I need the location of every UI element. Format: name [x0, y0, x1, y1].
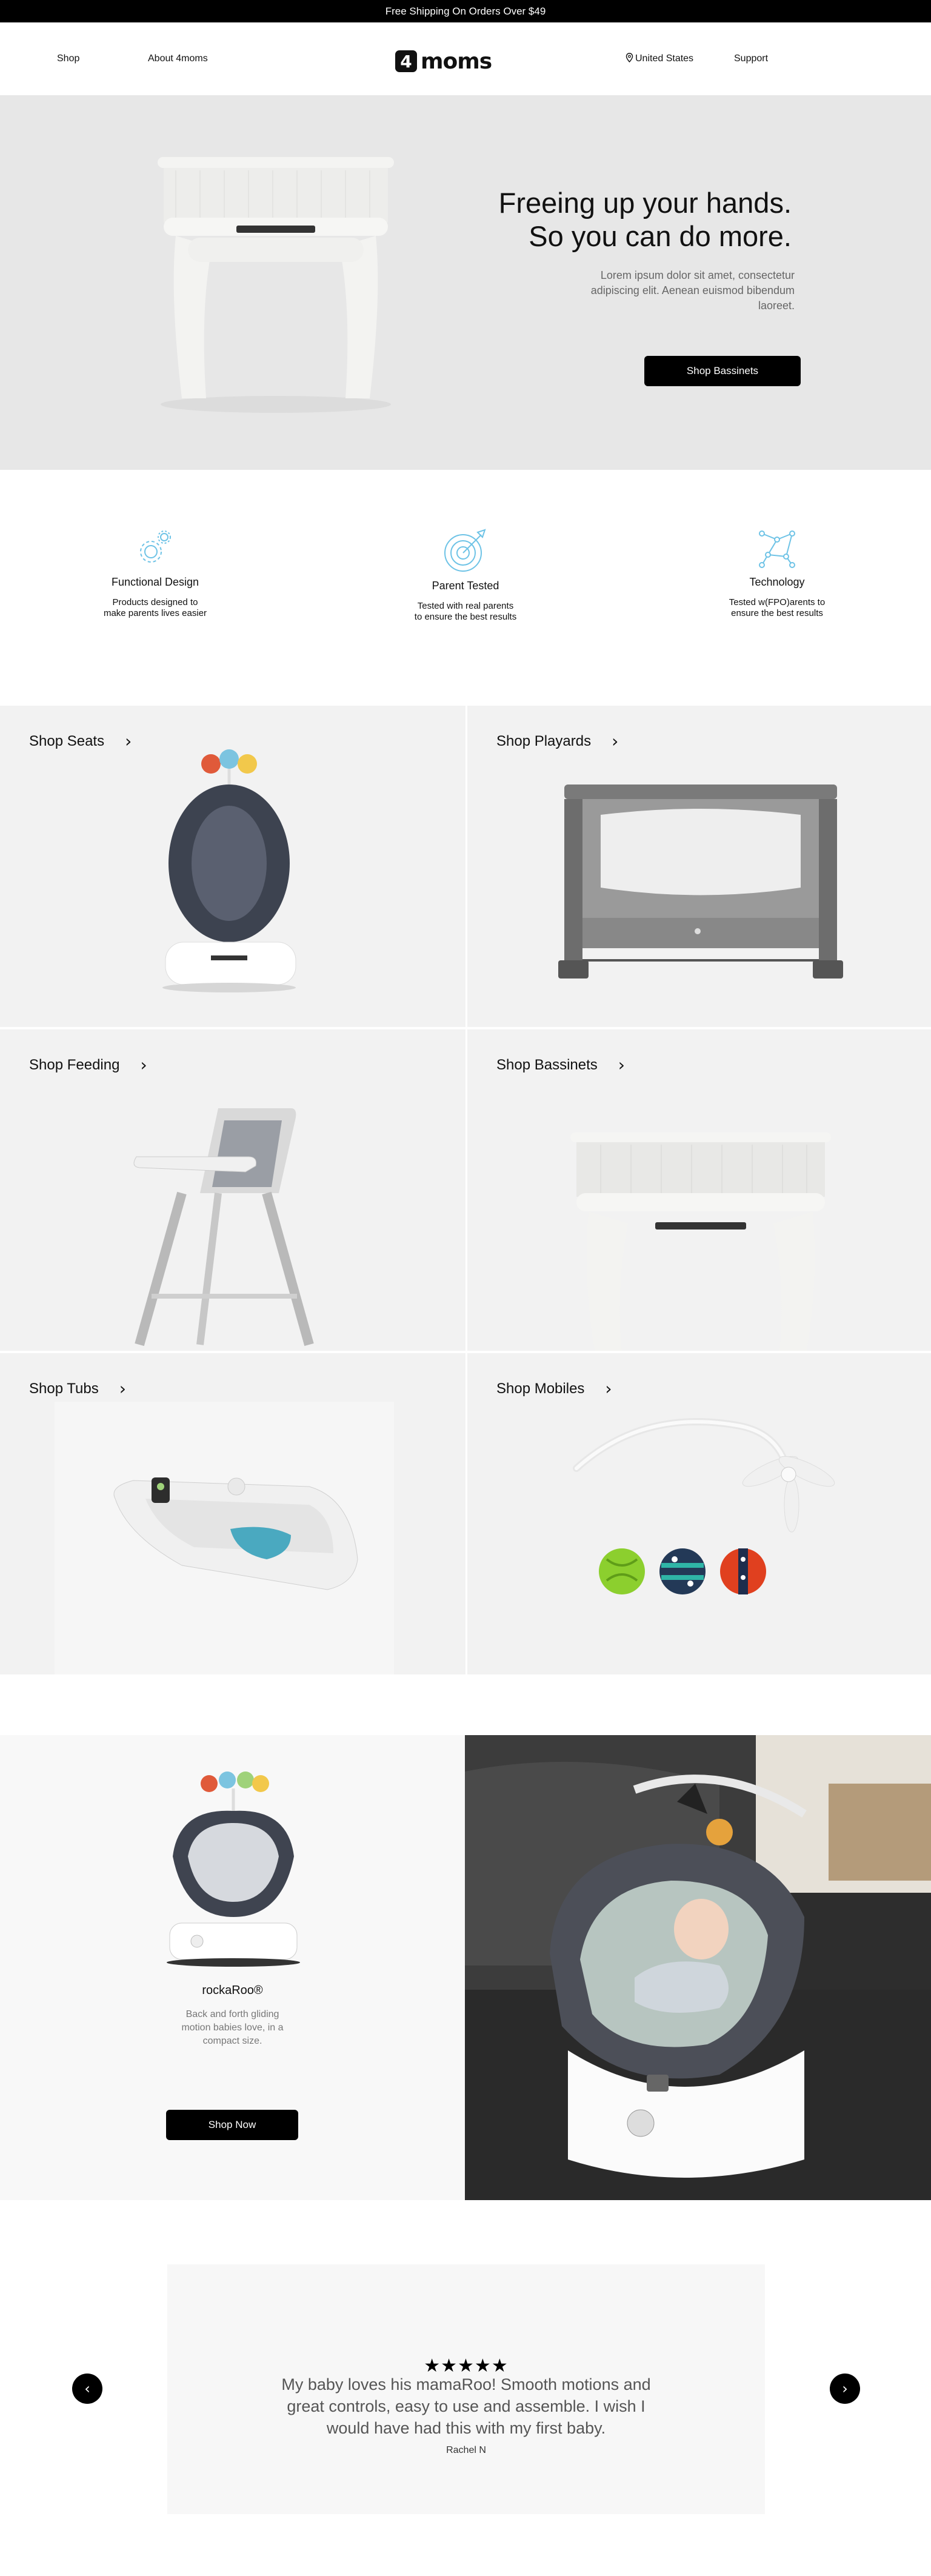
high-chair-image [133, 1108, 314, 1347]
feature-desc-line: to ensure the best results [414, 612, 517, 622]
category-title: Shop Seats › [29, 731, 132, 751]
category-tile-bassinets[interactable]: Shop Bassinets › [467, 1029, 931, 1351]
category-title: Shop Mobiles › [496, 1379, 612, 1399]
product-desc-line: Back and forth gliding [185, 2009, 279, 2019]
chevron-right-icon: › [140, 1055, 147, 1075]
review-quote: My baby loves his mamaRoo! Smooth motion… [281, 2375, 651, 2437]
bassinet-image [570, 1132, 831, 1351]
chevron-right-icon: › [125, 731, 132, 751]
category-label: Shop Bassinets [496, 1056, 598, 1073]
product-name: rockaRoo® [202, 1984, 263, 1997]
bassinet-image [158, 157, 394, 413]
hero-banner: Freeing up your hands. So you can do mor… [0, 95, 931, 470]
network-icon [759, 530, 795, 568]
category-title: Shop Bassinets › [496, 1055, 625, 1075]
feature-desc-line: Tested with real parents [417, 601, 514, 611]
product-desc-line: motion babies love, in a [181, 2022, 284, 2033]
chevron-right-icon: › [618, 1055, 625, 1075]
logo-text: moms [421, 49, 492, 74]
feature-desc-line: make parents lives easier [103, 608, 207, 618]
logo[interactable]: 4 moms [395, 49, 492, 74]
hero-title-line2: So you can do more. [529, 220, 792, 252]
rockaroo-image [167, 1771, 300, 1967]
feature-title: Technology [749, 576, 805, 588]
chevron-right-icon: › [612, 731, 619, 751]
bathtub-image [113, 1477, 358, 1590]
category-label: Shop Playards [496, 732, 592, 749]
category-tile-seats[interactable]: Shop Seats › [0, 706, 466, 1027]
featured-product-card: rockaRoo® Back and forth gliding motion … [0, 1735, 465, 2200]
category-tile-tubs[interactable]: Shop Tubs › [0, 1353, 466, 1674]
category-label: Shop Seats [29, 732, 105, 749]
chevron-right-icon: › [119, 1379, 126, 1399]
nav-shop[interactable]: Shop [57, 22, 79, 95]
category-title: Shop Tubs › [29, 1379, 126, 1399]
feature-desc-line: ensure the best results [731, 608, 823, 618]
carousel-prev-button[interactable]: ‹ [72, 2374, 102, 2404]
carousel-next-button[interactable]: › [830, 2374, 860, 2404]
feature-parent-tested: Parent Tested Tested with real parents t… [387, 527, 544, 623]
playard-image [558, 785, 843, 979]
hero-title: Freeing up your hands. So you can do mor… [499, 186, 792, 253]
category-tile-mobiles[interactable]: Shop Mobiles › [467, 1353, 931, 1674]
feature-desc-line: Tested w(FPO)arents to [729, 597, 826, 607]
mobile-image [573, 1418, 835, 1594]
chevron-right-icon: › [605, 1379, 612, 1399]
review-author: Rachel N [446, 2445, 486, 2455]
feature-desc: Tested w(FPO)arents to ensure the best r… [698, 597, 856, 619]
category-label: Shop Tubs [29, 1380, 99, 1397]
product-desc: Back and forth gliding motion babies lov… [0, 2008, 465, 2048]
promo-bar: Free Shipping On Orders Over $49 [0, 0, 931, 22]
category-title: Shop Playards › [496, 731, 618, 751]
nav-region-label: United States [635, 53, 694, 64]
nav-region[interactable]: United States [626, 22, 693, 95]
chevron-left-icon: ‹ [84, 2380, 90, 2397]
shop-now-button[interactable]: Shop Now [166, 2110, 298, 2140]
promo-text: Free Shipping On Orders Over $49 [385, 5, 546, 17]
feature-desc-line: Products designed to [112, 597, 198, 607]
feature-functional-design: Functional Design Products designed to m… [76, 527, 234, 619]
shop-bassinets-button[interactable]: Shop Bassinets [644, 356, 801, 386]
feature-desc: Tested with real parents to ensure the b… [387, 601, 544, 623]
target-icon [444, 529, 486, 572]
hero-body: Lorem ipsum dolor sit amet, consectetur … [590, 269, 795, 312]
location-pin-icon [626, 52, 633, 65]
feature-title: Functional Design [111, 576, 199, 588]
feature-desc: Products designed to make parents lives … [76, 597, 234, 619]
site-header: Shop About 4moms 4 moms United States Su… [0, 22, 931, 95]
gear-icon [140, 530, 171, 563]
category-tile-playards[interactable]: Shop Playards › [467, 706, 931, 1027]
nav-about[interactable]: About 4moms [148, 22, 208, 95]
category-title: Shop Feeding › [29, 1055, 147, 1075]
category-tile-feeding[interactable]: Shop Feeding › [0, 1029, 466, 1351]
category-label: Shop Mobiles [496, 1380, 585, 1397]
feature-title: Parent Tested [432, 580, 499, 592]
feature-technology: Technology Tested w(FPO)arents to ensure… [698, 527, 856, 619]
product-desc-line: compact size. [202, 2036, 262, 2046]
logo-mark: 4 [395, 50, 417, 72]
baby-in-mamaroo-image [465, 1735, 931, 2200]
chevron-right-icon: › [842, 2380, 848, 2397]
mamaroo-seat-image [162, 749, 296, 992]
lifestyle-photo [465, 1735, 931, 2200]
category-label: Shop Feeding [29, 1056, 120, 1073]
hero-title-line1: Freeing up your hands. [498, 187, 792, 219]
review-card: ★★★★★ My baby loves his mamaRoo! Smooth … [167, 2264, 765, 2514]
nav-support[interactable]: Support [734, 22, 768, 95]
